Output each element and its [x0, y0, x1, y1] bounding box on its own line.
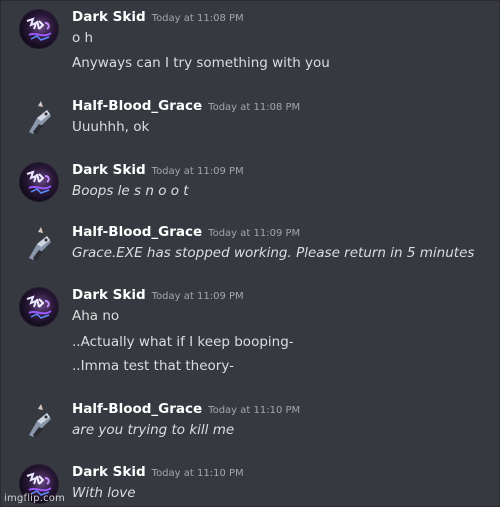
timestamp: Today at 11:09 PM — [208, 228, 301, 239]
imgflip-watermark: imgflip.com — [4, 493, 66, 504]
author-name[interactable]: Dark Skid — [72, 287, 146, 303]
dark-skid-avatar[interactable] — [19, 287, 59, 327]
message-text: Uuuhhh, ok — [72, 119, 150, 135]
timestamp: Today at 11:09 PM — [151, 291, 244, 302]
author-name[interactable]: Dark Skid — [72, 162, 146, 178]
author-name[interactable]: Half-Blood_Grace — [72, 401, 202, 417]
message-text: o h — [72, 30, 94, 46]
message-text: Aha no — [72, 308, 120, 324]
half-blood-grace-avatar[interactable] — [19, 401, 59, 441]
half-blood-grace-avatar[interactable] — [19, 98, 59, 138]
timestamp: Today at 11:08 PM — [151, 13, 244, 24]
message-text: ..Imma test that theory- — [72, 358, 234, 374]
author-name[interactable]: Half-Blood_Grace — [72, 224, 202, 240]
message-text: ..Actually what if I keep booping- — [72, 334, 294, 350]
dark-skid-avatar[interactable] — [19, 9, 59, 49]
message-text: are you trying to kill me — [72, 422, 235, 438]
half-blood-grace-avatar[interactable] — [19, 224, 59, 264]
message-text: Anyways can I try something with you — [72, 55, 330, 71]
timestamp: Today at 11:08 PM — [208, 102, 301, 113]
dark-skid-avatar[interactable] — [19, 162, 59, 202]
message-text: Grace.EXE has stopped working. Please re… — [72, 245, 475, 261]
author-name[interactable]: Dark Skid — [72, 9, 146, 25]
author-name[interactable]: Dark Skid — [72, 464, 146, 480]
message-text: With love — [72, 485, 136, 501]
timestamp: Today at 11:10 PM — [208, 405, 301, 416]
timestamp: Today at 11:10 PM — [151, 468, 244, 479]
message-text: Boops le s n o o t — [72, 183, 189, 199]
author-name[interactable]: Half-Blood_Grace — [72, 98, 202, 114]
timestamp: Today at 11:09 PM — [151, 166, 244, 177]
